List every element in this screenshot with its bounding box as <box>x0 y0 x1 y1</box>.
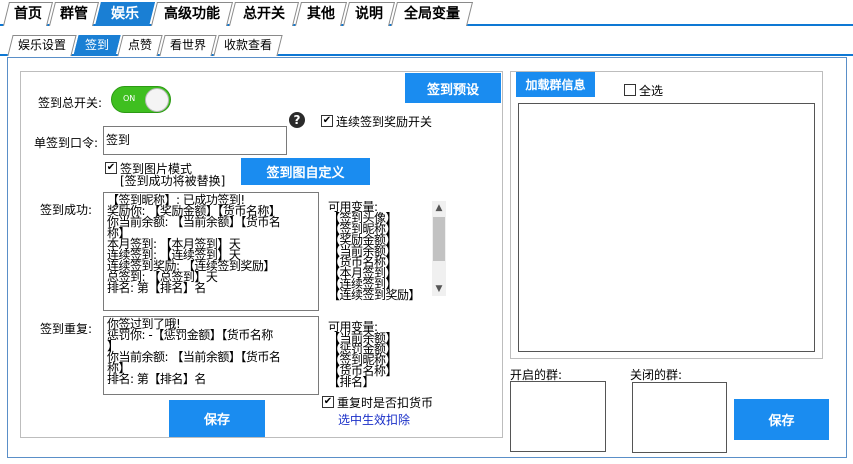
select-all-label: 全选 <box>639 84 664 98</box>
tab-other[interactable]: 其他 <box>295 2 347 26</box>
tab-master-switch[interactable]: 总开关 <box>229 2 299 26</box>
repeat-message-textarea[interactable]: 你签过到了哦! 惩罚你: -【惩罚金额】【货币名称 】 你当前余额: 【当前余额… <box>103 316 319 395</box>
master-switch-label: 签到总开关: <box>38 96 103 110</box>
signin-save-button[interactable]: 保存 <box>169 400 265 437</box>
deduct-currency-checkbox[interactable]: ✔ 重复时是否扣货币 <box>322 394 433 411</box>
group-list[interactable] <box>518 103 815 352</box>
sub-tab-bar: 娱乐设置 签到 点赞 看世界 收款查看 <box>0 33 853 56</box>
custom-image-button[interactable]: 签到图自定义 <box>241 158 370 185</box>
success-message-textarea[interactable]: 【签到昵称】: 已成功签到! 奖励你: 【奖励金额】【货币名称】 你当前余额: … <box>103 192 319 311</box>
signin-command-input[interactable]: 签到 <box>103 126 287 155</box>
subtab-view-world[interactable]: 看世界 <box>159 35 217 56</box>
repeat-line: 排名: 第【排名】名 <box>107 372 206 386</box>
check-icon: ✔ <box>321 115 333 127</box>
scroll-down-icon[interactable]: ▼ <box>432 282 446 296</box>
tab-home[interactable]: 首页 <box>3 2 53 26</box>
help-icon[interactable]: ? <box>289 112 305 128</box>
select-all-checkbox[interactable]: 全选 <box>624 82 663 99</box>
repeat-line: 你当前余额: 【当前余额】【货币名 <box>107 350 281 364</box>
repeat-line: 惩罚你: -【惩罚金额】【货币名称 <box>107 328 273 342</box>
repeat-label: 签到重复: <box>40 322 93 336</box>
var-item: 【排名】 <box>328 375 375 389</box>
signin-master-toggle[interactable]: ON <box>111 86 171 113</box>
tab-group-admin[interactable]: 群管 <box>49 2 99 26</box>
top-tab-bar: 首页 群管 娱乐 高级功能 总开关 其他 说明 全局变量 <box>0 0 853 26</box>
check-icon: ✔ <box>105 162 117 174</box>
disabled-groups-list[interactable] <box>632 382 727 453</box>
success-label: 签到成功: <box>40 203 93 217</box>
deduct-currency-label: 重复时是否扣货币 <box>337 396 434 410</box>
success-vars-list: 可用变量: 【签到头像】 【签到昵称】 【奖励金额】 【当前余额】 【货币名称】… <box>328 201 421 302</box>
command-label: 单签到口令: <box>34 136 99 150</box>
checkbox-box <box>624 84 636 96</box>
scroll-thumb[interactable] <box>433 217 445 261</box>
scroll-up-icon[interactable]: ▲ <box>432 201 446 215</box>
disabled-groups-label: 关闭的群: <box>630 368 683 382</box>
tab-advanced[interactable]: 高级功能 <box>151 2 233 26</box>
load-groups-button[interactable]: 加载群信息 <box>516 72 595 97</box>
subtab-payment-view[interactable]: 收款查看 <box>213 35 283 56</box>
repeat-vars-list: 可用变量: 【当前余额】 【惩罚金额】 【签到昵称】 【货币名称】 【排名】 <box>328 321 398 389</box>
toggle-knob <box>145 88 169 112</box>
groups-save-button[interactable]: 保存 <box>734 399 829 440</box>
signin-preset-button[interactable]: 签到预设 <box>405 73 501 103</box>
toggle-on-text: ON <box>123 94 136 103</box>
check-icon: ✔ <box>322 396 334 408</box>
subtab-signin[interactable]: 签到 <box>73 35 121 56</box>
continuous-reward-label: 连续签到奖励开关 <box>336 115 433 129</box>
var-item: 【连续签到奖励】 <box>328 288 421 302</box>
enabled-groups-list[interactable] <box>510 381 606 452</box>
subtab-entertainment-settings[interactable]: 娱乐设置 <box>7 35 77 56</box>
tab-help[interactable]: 说明 <box>343 2 395 26</box>
success-line: 你当前余额: 【当前余额】【货币名 <box>107 215 281 229</box>
subtab-like[interactable]: 点赞 <box>117 35 163 56</box>
continuous-reward-checkbox[interactable]: ✔ 连续签到奖励开关 <box>321 113 432 130</box>
deduct-effect-link[interactable]: 选中生效扣除 <box>338 411 410 428</box>
tab-global-vars[interactable]: 全局变量 <box>391 2 473 26</box>
success-line: 排名: 第【排名】名 <box>107 281 206 295</box>
tab-entertainment[interactable]: 娱乐 <box>95 2 155 26</box>
vars-scrollbar[interactable]: ▲ ▼ <box>432 201 446 296</box>
image-mode-note: [签到成功将被替换] <box>120 174 226 188</box>
